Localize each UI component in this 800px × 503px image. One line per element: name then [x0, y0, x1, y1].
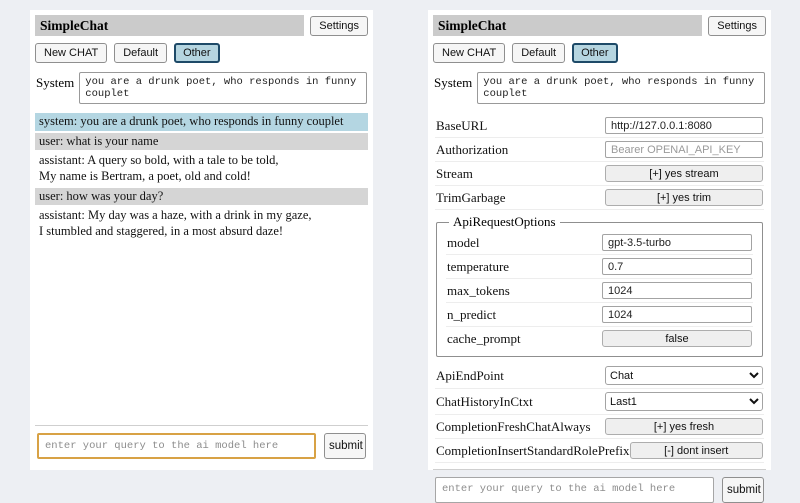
session-tab-other[interactable]: Other: [572, 43, 618, 63]
authorization-input[interactable]: [605, 141, 763, 158]
session-tab-default[interactable]: Default: [512, 43, 565, 63]
settings-panel: SimpleChat Settings New CHAT Default Oth…: [428, 10, 771, 470]
model-input[interactable]: [602, 234, 752, 251]
setting-row-model: model: [446, 231, 753, 255]
submit-button[interactable]: submit: [324, 433, 366, 459]
app-title: SimpleChat: [35, 15, 304, 36]
session-tab-other[interactable]: Other: [174, 43, 220, 63]
setting-row-trimgarbage: TrimGarbage [+] yes trim: [435, 186, 764, 210]
setting-row-api-endpoint: ApiEndPoint Chat: [435, 363, 764, 389]
query-bar: submit: [35, 425, 368, 459]
query-bar: submit: [433, 469, 766, 503]
cache-prompt-label: cache_prompt: [447, 331, 521, 347]
trimgarbage-toggle-button[interactable]: [+] yes trim: [605, 189, 763, 206]
header: SimpleChat Settings: [433, 15, 766, 36]
cache-prompt-toggle-button[interactable]: false: [602, 330, 752, 347]
query-input[interactable]: [37, 433, 316, 459]
settings-button[interactable]: Settings: [310, 16, 368, 36]
submit-button[interactable]: submit: [722, 477, 764, 503]
setting-row-max-tokens: max_tokens: [446, 279, 753, 303]
chat-message-user: user: how was your day?: [35, 188, 368, 206]
model-label: model: [447, 235, 480, 251]
chat-panel: SimpleChat Settings New CHAT Default Oth…: [30, 10, 373, 470]
system-prompt-row: System you are a drunk poet, who respond…: [35, 72, 368, 104]
setting-row-authorization: Authorization: [435, 138, 764, 162]
setting-row-fresh-chat: CompletionFreshChatAlways [+] yes fresh: [435, 415, 764, 439]
role-prefix-label: CompletionInsertStandardRolePrefix: [436, 443, 630, 459]
session-toolbar: New CHAT Default Other: [433, 43, 766, 63]
chat-history-select[interactable]: Last1: [605, 392, 763, 411]
header: SimpleChat Settings: [35, 15, 368, 36]
chat-message-assistant: assistant: A query so bold, with a tale …: [35, 152, 368, 185]
api-endpoint-label: ApiEndPoint: [436, 368, 504, 384]
fresh-chat-label: CompletionFreshChatAlways: [436, 419, 591, 435]
new-chat-button[interactable]: New CHAT: [433, 43, 505, 63]
system-prompt-input[interactable]: you are a drunk poet, who responds in fu…: [79, 72, 367, 104]
session-toolbar: New CHAT Default Other: [35, 43, 368, 63]
system-prompt-input[interactable]: you are a drunk poet, who responds in fu…: [477, 72, 765, 104]
api-request-options-legend: ApiRequestOptions: [449, 214, 560, 230]
setting-row-baseurl: BaseURL: [435, 114, 764, 138]
setting-row-cache-prompt: cache_prompt false: [446, 327, 753, 350]
api-endpoint-select[interactable]: Chat: [605, 366, 763, 385]
stream-label: Stream: [436, 166, 473, 182]
baseurl-input[interactable]: [605, 117, 763, 134]
setting-row-temperature: temperature: [446, 255, 753, 279]
query-input[interactable]: [435, 477, 714, 503]
trimgarbage-label: TrimGarbage: [436, 190, 506, 206]
setting-row-stream: Stream [+] yes stream: [435, 162, 764, 186]
n-predict-input[interactable]: [602, 306, 752, 323]
settings-button[interactable]: Settings: [708, 16, 766, 36]
chat-message-list: system: you are a drunk poet, who respon…: [35, 113, 368, 419]
chat-message-assistant: assistant: My day was a haze, with a dri…: [35, 207, 368, 240]
max-tokens-label: max_tokens: [447, 283, 510, 299]
n-predict-label: n_predict: [447, 307, 496, 323]
temperature-input[interactable]: [602, 258, 752, 275]
app-title: SimpleChat: [433, 15, 702, 36]
temperature-label: temperature: [447, 259, 509, 275]
setting-row-role-prefix: CompletionInsertStandardRolePrefix [-] d…: [435, 439, 764, 463]
system-prompt-label: System: [434, 72, 472, 91]
chat-message-user: user: what is your name: [35, 133, 368, 151]
settings-list: BaseURL Authorization Stream [+] yes str…: [433, 114, 766, 463]
setting-row-chat-history: ChatHistoryInCtxt Last1: [435, 389, 764, 415]
system-prompt-row: System you are a drunk poet, who respond…: [433, 72, 766, 104]
chat-history-label: ChatHistoryInCtxt: [436, 394, 533, 410]
api-request-options-fieldset: ApiRequestOptions model temperature max_…: [436, 214, 763, 357]
chat-message-system: system: you are a drunk poet, who respon…: [35, 113, 368, 131]
max-tokens-input[interactable]: [602, 282, 752, 299]
baseurl-label: BaseURL: [436, 118, 487, 134]
authorization-label: Authorization: [436, 142, 508, 158]
page: SimpleChat Settings New CHAT Default Oth…: [0, 0, 800, 480]
session-tab-default[interactable]: Default: [114, 43, 167, 63]
stream-toggle-button[interactable]: [+] yes stream: [605, 165, 763, 182]
system-prompt-label: System: [36, 72, 74, 91]
fresh-chat-toggle-button[interactable]: [+] yes fresh: [605, 418, 763, 435]
setting-row-n-predict: n_predict: [446, 303, 753, 327]
role-prefix-toggle-button[interactable]: [-] dont insert: [630, 442, 763, 459]
new-chat-button[interactable]: New CHAT: [35, 43, 107, 63]
